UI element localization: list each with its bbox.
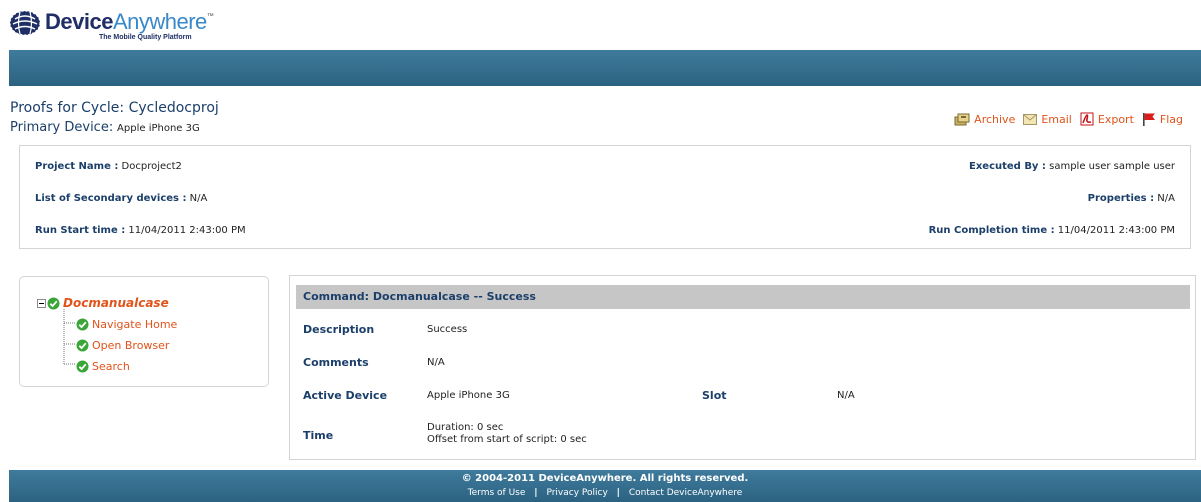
pdf-export-icon bbox=[1080, 112, 1094, 126]
tree-connector-lines bbox=[63, 309, 76, 365]
run-completion-label: Run Completion time : bbox=[928, 225, 1055, 236]
email-button[interactable]: Email bbox=[1023, 112, 1072, 126]
tree-root[interactable]: Docmanualcase bbox=[37, 296, 169, 310]
tree-item[interactable]: Navigate Home bbox=[76, 318, 177, 331]
copyright: © 2004-2011 DeviceAnywhere. All rights r… bbox=[461, 473, 749, 484]
active-device-label: Active Device bbox=[303, 389, 388, 402]
globe-icon bbox=[9, 10, 41, 36]
info-row: Project Name : Docproject2 Executed By :… bbox=[35, 161, 1175, 175]
nav-bar bbox=[9, 50, 1201, 86]
command-header: Command: Docmanualcase -- Success bbox=[296, 285, 1190, 309]
run-completion-time: Run Completion time : 11/04/2011 2:43:00… bbox=[929, 225, 1175, 236]
header: DeviceAnywhere™ The Mobile Quality Platf… bbox=[0, 0, 1201, 50]
footer: © 2004-2011 DeviceAnywhere. All rights r… bbox=[9, 470, 1201, 502]
project-name: Project Name : Docproject2 bbox=[35, 161, 182, 172]
tree-item-label[interactable]: Open Browser bbox=[92, 339, 169, 352]
properties-value: N/A bbox=[1157, 193, 1175, 204]
primary-device: Primary Device: Apple iPhone 3G bbox=[10, 120, 200, 135]
page-title: Proofs for Cycle: Cycledocproj bbox=[10, 100, 219, 116]
privacy-link[interactable]: Privacy Policy bbox=[546, 488, 607, 498]
secondary-devices-value: N/A bbox=[189, 193, 208, 204]
action-toolbar: Archive Email Export Flag bbox=[954, 112, 1183, 126]
flag-button[interactable]: Flag bbox=[1142, 112, 1183, 126]
executed-by-label: Executed By : bbox=[969, 161, 1046, 172]
run-start-label: Run Start time : bbox=[35, 225, 126, 236]
email-icon bbox=[1023, 113, 1038, 125]
tree-item[interactable]: Search bbox=[76, 360, 130, 373]
success-check-icon bbox=[76, 318, 89, 331]
primary-device-value: Apple iPhone 3G bbox=[117, 123, 200, 134]
project-name-label: Project Name : bbox=[35, 161, 119, 172]
export-button[interactable]: Export bbox=[1080, 112, 1134, 126]
success-check-icon bbox=[47, 297, 60, 309]
terms-link[interactable]: Terms of Use bbox=[468, 488, 526, 498]
export-label: Export bbox=[1097, 112, 1134, 126]
command-tree-panel: Docmanualcase Navigate Home Open Browser… bbox=[19, 276, 269, 387]
primary-device-label: Primary Device: bbox=[10, 120, 114, 135]
description-label: Description bbox=[303, 323, 375, 336]
collapse-toggle-icon[interactable] bbox=[37, 298, 46, 308]
tree-item[interactable]: Open Browser bbox=[76, 339, 169, 352]
properties-label: Properties : bbox=[1087, 193, 1155, 204]
secondary-devices: List of Secondary devices : N/A bbox=[35, 193, 207, 204]
tree-item-label[interactable]: Search bbox=[92, 360, 130, 373]
executed-by: Executed By : sample user sample user bbox=[969, 161, 1175, 172]
info-row: Run Start time : 11/04/2011 2:43:00 PM R… bbox=[35, 225, 1175, 239]
properties: Properties : N/A bbox=[1088, 193, 1175, 204]
tree-root-label[interactable]: Docmanualcase bbox=[63, 296, 169, 310]
cycle-info-panel: Project Name : Docproject2 Executed By :… bbox=[19, 145, 1191, 249]
email-label: Email bbox=[1041, 112, 1072, 126]
run-start-value: 11/04/2011 2:43:00 PM bbox=[128, 225, 246, 236]
info-row: List of Secondary devices : N/A Properti… bbox=[35, 193, 1175, 207]
description-value: Success bbox=[427, 324, 468, 335]
archive-icon bbox=[954, 113, 970, 125]
project-name-value: Docproject2 bbox=[121, 161, 182, 172]
success-check-icon bbox=[76, 360, 89, 373]
duration-value: Duration: 0 sec bbox=[427, 422, 504, 433]
flag-icon bbox=[1142, 113, 1155, 126]
flag-label: Flag bbox=[1159, 112, 1183, 126]
executed-by-value: sample user sample user bbox=[1049, 161, 1175, 172]
logo-tagline: The Mobile Quality Platform bbox=[99, 34, 192, 41]
contact-link[interactable]: Contact DeviceAnywhere bbox=[629, 488, 742, 498]
link-separator: | bbox=[534, 488, 538, 498]
active-device-value: Apple iPhone 3G bbox=[427, 390, 510, 401]
success-check-icon bbox=[76, 339, 89, 352]
footer-links: Terms of Use | Privacy Policy | Contact … bbox=[9, 488, 1201, 498]
tree-item-label[interactable]: Navigate Home bbox=[92, 318, 177, 331]
slot-label: Slot bbox=[702, 389, 727, 402]
command-details-panel: Command: Docmanualcase -- Success Descri… bbox=[289, 275, 1196, 460]
comments-label: Comments bbox=[303, 356, 369, 369]
link-separator: | bbox=[616, 488, 620, 498]
comments-value: N/A bbox=[427, 357, 445, 368]
secondary-devices-label: List of Secondary devices : bbox=[35, 193, 187, 204]
logo-text: DeviceAnywhere™ bbox=[45, 9, 214, 34]
offset-value: Offset from start of script: 0 sec bbox=[427, 434, 587, 445]
archive-button[interactable]: Archive bbox=[954, 112, 1015, 126]
slot-value: N/A bbox=[837, 390, 855, 401]
time-label: Time bbox=[303, 429, 334, 442]
run-start-time: Run Start time : 11/04/2011 2:43:00 PM bbox=[35, 225, 246, 236]
run-completion-value: 11/04/2011 2:43:00 PM bbox=[1057, 225, 1175, 236]
archive-label: Archive bbox=[974, 112, 1016, 126]
